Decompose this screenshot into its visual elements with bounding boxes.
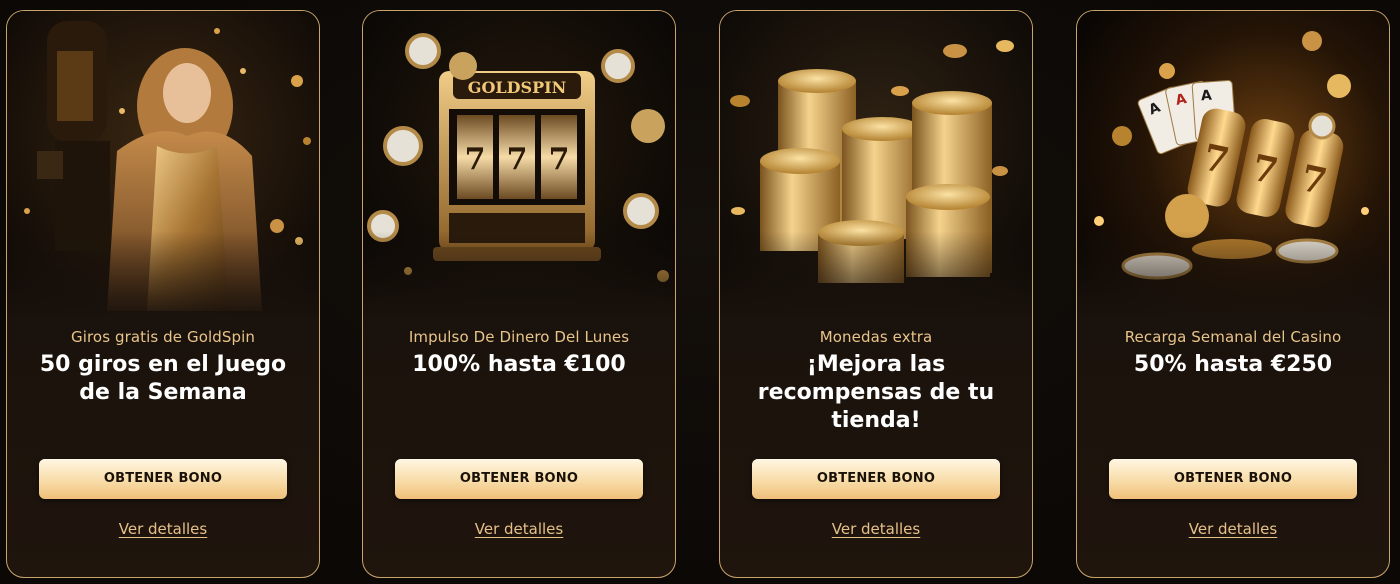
promo-headline: 50 giros en el Juego de la Semana — [39, 352, 287, 405]
promo-card-extra-coins: Monedas extra ¡Mejora las recompensas de… — [719, 10, 1033, 578]
slot-machine-icon: GOLDSPIN 7 7 7 — [363, 11, 675, 321]
woman-gold-dress-icon — [7, 11, 319, 321]
cards-and-reels-icon: A A A 7 7 7 — [1077, 11, 1389, 321]
details-link-wrapper: Ver detalles — [7, 519, 319, 538]
promo-card-monday-boost: GOLDSPIN 7 7 7 Impulso De Dinero Del Lun… — [362, 10, 676, 578]
details-link-wrapper: Ver detalles — [363, 519, 675, 538]
get-bonus-button[interactable]: OBTENER BONO — [752, 459, 1000, 499]
get-bonus-button[interactable]: OBTENER BONO — [1109, 459, 1357, 499]
promo-subtitle: Monedas extra — [819, 328, 933, 346]
promo-subtitle: Impulso De Dinero Del Lunes — [408, 328, 630, 346]
details-link-wrapper: Ver detalles — [720, 519, 1032, 538]
get-bonus-button[interactable]: OBTENER BONO — [395, 459, 643, 499]
get-bonus-button[interactable]: OBTENER BONO — [39, 459, 287, 499]
view-details-link[interactable]: Ver detalles — [119, 520, 207, 538]
svg-text:7: 7 — [549, 142, 570, 177]
promo-card-free-spins: Giros gratis de GoldSpin 50 giros en el … — [6, 10, 320, 578]
view-details-link[interactable]: Ver detalles — [832, 520, 920, 538]
promotions-row: Giros gratis de GoldSpin 50 giros en el … — [0, 0, 1400, 584]
view-details-link[interactable]: Ver detalles — [475, 520, 563, 538]
promo-subtitle: Recarga Semanal del Casino — [1124, 328, 1342, 346]
svg-text:7: 7 — [465, 142, 486, 177]
view-details-link[interactable]: Ver detalles — [1189, 520, 1277, 538]
promo-headline: 50% hasta €250 — [1133, 352, 1333, 377]
svg-text:7: 7 — [507, 142, 528, 177]
slot-logo-text: GOLDSPIN — [468, 78, 566, 97]
promo-headline: ¡Mejora las recompensas de tu tienda! — [757, 352, 995, 433]
coin-stacks-icon — [720, 11, 1032, 321]
svg-text:A: A — [1200, 88, 1212, 105]
details-link-wrapper: Ver detalles — [1077, 519, 1389, 538]
promo-headline: 100% hasta €100 — [412, 352, 626, 377]
promo-subtitle: Giros gratis de GoldSpin — [70, 328, 256, 346]
promo-card-weekly-reload: A A A 7 7 7 Recarga Semanal del Casino 5… — [1076, 10, 1390, 578]
